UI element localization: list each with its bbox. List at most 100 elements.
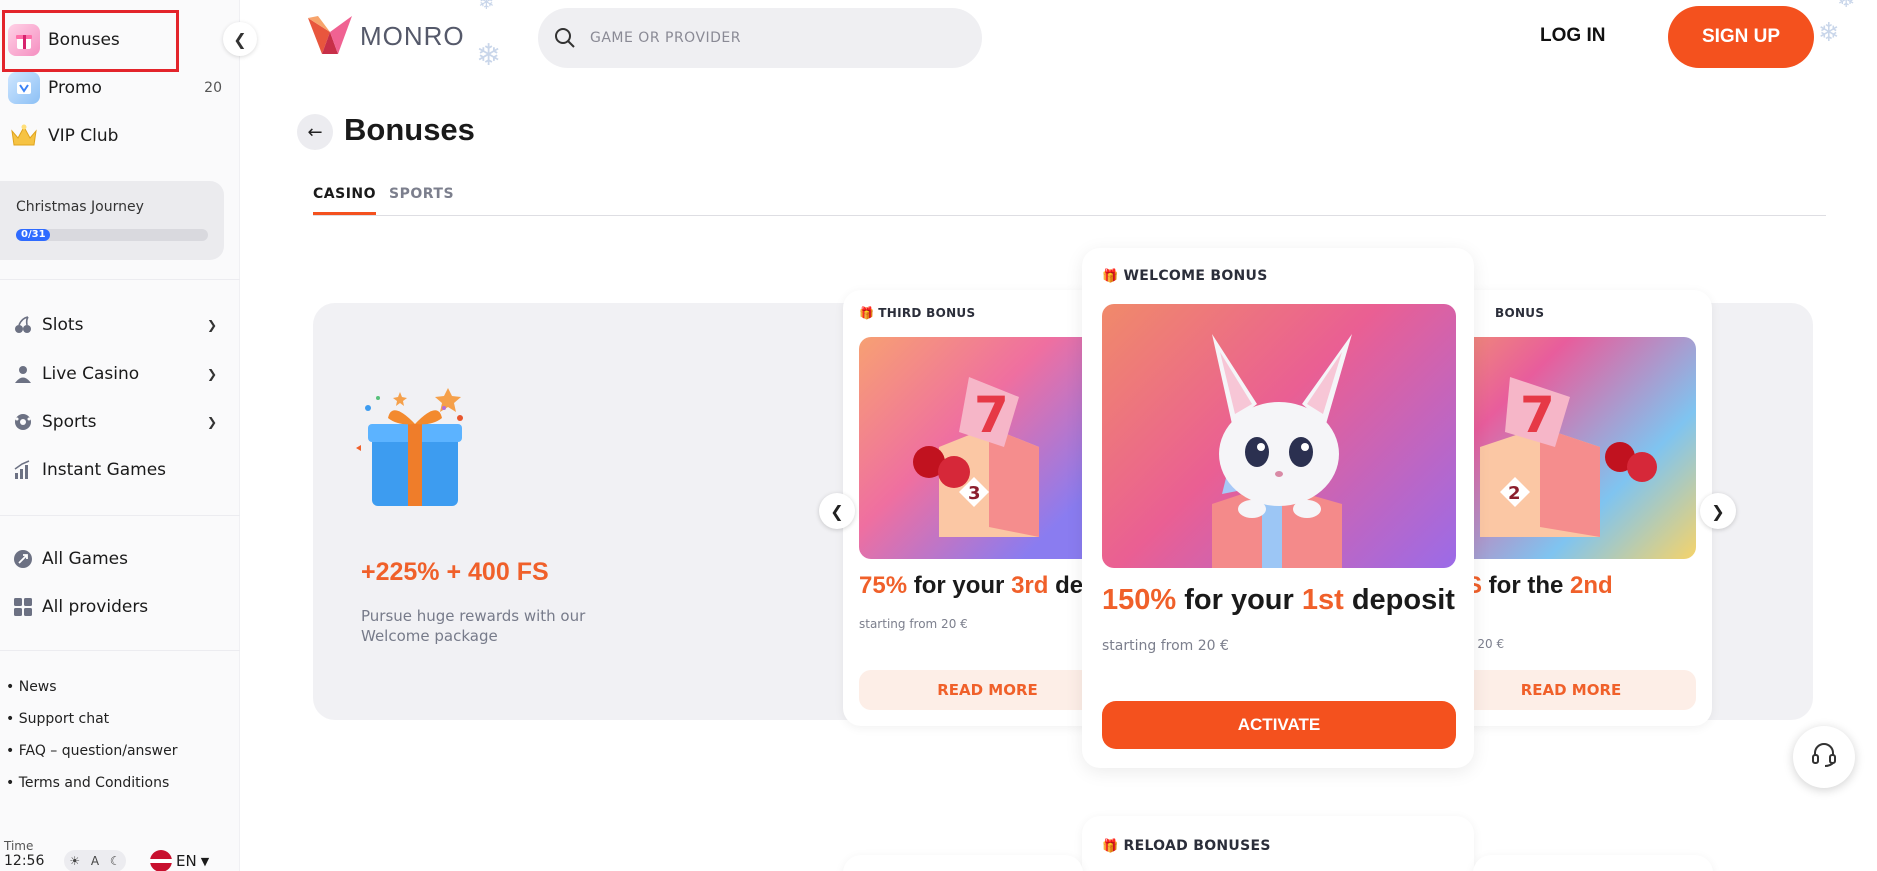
sidebar-item-label: Sports <box>42 412 97 432</box>
support-chat-button[interactable] <box>1793 726 1855 788</box>
journey-progress-bar: 0/31 <box>16 229 208 241</box>
sidebar-item-slots[interactable]: Slots ❯ <box>12 310 217 340</box>
link-label: FAQ – question/answer <box>18 743 178 759</box>
grid-icon <box>12 596 34 618</box>
carousel-prev-button[interactable]: ❮ <box>819 493 855 529</box>
sidebar-link-news[interactable]: • News <box>6 679 57 695</box>
chart-bars-icon <box>12 459 34 481</box>
snowflake-icon: ❄ <box>476 38 502 73</box>
card-label-text: WELCOME BONUS <box>1123 268 1268 284</box>
christmas-journey-widget[interactable]: Christmas Journey 0/31 <box>0 181 224 260</box>
chevron-down-icon: ❯ <box>206 318 217 332</box>
second-bonus-headline: S for the 2nd <box>1466 572 1613 600</box>
read-more-button[interactable]: READ MORE <box>1440 670 1696 710</box>
sidebar-item-label: Live Casino <box>42 364 140 384</box>
card-label-text: RELOAD BONUSES <box>1123 838 1271 854</box>
min-deposit-text: starting from 20 € <box>859 617 968 631</box>
deposit-ordinal: 2nd <box>1570 572 1613 599</box>
sidebar: Bonuses Promo 20 VIP Club Christmas Jour… <box>0 0 240 871</box>
all-games-icon <box>12 548 34 570</box>
sidebar-item-live-casino[interactable]: Live Casino ❯ <box>12 359 217 389</box>
card-label: 🎁 WELCOME BONUS <box>1102 268 1268 284</box>
bonus-percent: 150% <box>1102 584 1177 616</box>
moon-icon[interactable]: ☾ <box>110 854 121 868</box>
logo[interactable]: MONRO <box>306 14 465 58</box>
collapse-sidebar-button[interactable]: ❮ <box>223 22 257 56</box>
link-label: Support chat <box>18 711 110 727</box>
sidebar-item-instant-games[interactable]: Instant Games <box>12 455 217 485</box>
link-label: Terms and Conditions <box>18 775 170 791</box>
bonus-tabs: CASINO SPORTS <box>313 184 1826 216</box>
back-button[interactable]: ← <box>297 114 333 150</box>
brand-name: MONRO <box>360 20 465 51</box>
sidebar-item-all-providers[interactable]: All providers <box>12 592 217 622</box>
activate-button[interactable]: ACTIVATE <box>1102 701 1456 749</box>
login-button[interactable]: LOG IN <box>1540 25 1605 47</box>
tab-sports[interactable]: SPORTS <box>389 186 454 212</box>
sidebar-item-vip-club[interactable]: VIP Club <box>6 118 222 154</box>
theme-toggle[interactable]: ☀ A ☾ <box>64 850 126 871</box>
sidebar-item-promo[interactable]: Promo 20 <box>6 70 222 106</box>
headline-text: for your <box>907 572 1012 599</box>
card-label: BONUS <box>1495 306 1545 320</box>
chevron-left-icon: ❮ <box>830 501 844 521</box>
deposit-ordinal: 3rd <box>1011 572 1049 599</box>
sidebar-link-support-chat[interactable]: • Support chat <box>6 711 109 727</box>
bonus-card-partial[interactable] <box>843 855 1083 871</box>
sidebar-divider <box>0 279 240 280</box>
crown-icon <box>8 120 40 152</box>
card-label: 🎁 RELOAD BONUSES <box>1102 838 1271 854</box>
read-more-button[interactable]: READ MORE <box>859 670 1103 710</box>
chevron-left-icon: ❮ <box>233 29 247 49</box>
language-label: EN <box>176 852 197 870</box>
second-bonus-card[interactable]: BONUS 7 2 S for the 2nd t n 20 € READ MO… <box>1440 290 1712 726</box>
carousel-next-button[interactable]: ❯ <box>1700 493 1736 529</box>
card-label-text: THIRD BONUS <box>878 306 976 320</box>
snowflake-icon: ❄ <box>1818 18 1840 48</box>
reload-bonuses-card[interactable]: 🎁 RELOAD BONUSES <box>1082 816 1474 871</box>
time-label: Time <box>4 839 34 853</box>
search-bar[interactable] <box>538 8 982 68</box>
gift-icon: 🎁 <box>1102 838 1119 854</box>
snowflake-icon: ❄ <box>478 0 495 14</box>
headline-text: for the <box>1482 572 1571 599</box>
deposit-ordinal: 1st <box>1301 584 1344 616</box>
chevron-right-icon: ❯ <box>1711 501 1725 521</box>
second-bonus-image: 7 2 <box>1440 337 1696 559</box>
uk-flag-icon <box>150 850 172 871</box>
page-title: Bonuses <box>344 112 475 147</box>
sidebar-link-terms[interactable]: • Terms and Conditions <box>6 775 169 791</box>
signup-button[interactable]: SIGN UP <box>1668 6 1814 68</box>
welcome-bonus-image <box>1102 304 1456 568</box>
dealer-icon <box>12 363 34 385</box>
journey-progress-label: 0/31 <box>16 229 50 241</box>
language-selector[interactable]: EN ▼ <box>150 850 209 871</box>
sidebar-link-faq[interactable]: • FAQ – question/answer <box>6 743 178 759</box>
sidebar-divider <box>0 515 240 516</box>
sidebar-item-label: Promo <box>48 78 102 98</box>
sidebar-item-label: Slots <box>42 315 84 335</box>
sidebar-item-sports[interactable]: Sports ❯ <box>12 407 217 437</box>
promo-amount: +225% + 400 FS <box>361 558 549 586</box>
sidebar-item-label: VIP Club <box>48 126 119 146</box>
third-bonus-headline: 75% for your 3rd dep <box>859 572 1098 600</box>
third-bonus-card[interactable]: 🎁 THIRD BONUS 7 3 75% for your 3rd dep s… <box>843 290 1103 726</box>
chevron-down-icon: ❯ <box>206 367 217 381</box>
headline-text: for your <box>1176 584 1302 616</box>
sun-icon[interactable]: ☀ <box>69 854 80 868</box>
gift-box-illustration <box>348 378 478 518</box>
sidebar-item-label: All providers <box>42 597 149 617</box>
sidebar-item-all-games[interactable]: All Games <box>12 544 217 574</box>
ball-icon <box>12 411 34 433</box>
welcome-bonus-headline: 150% for your 1st deposit <box>1102 584 1455 617</box>
auto-theme-label[interactable]: A <box>91 854 99 868</box>
search-input[interactable] <box>590 30 950 46</box>
tab-casino[interactable]: CASINO <box>313 186 377 215</box>
welcome-bonus-card[interactable]: 🎁 WELCOME BONUS 150% for your 1st deposi… <box>1082 248 1474 768</box>
gift-icon: 🎁 <box>1102 268 1119 284</box>
headline-text: deposit <box>1343 584 1455 616</box>
promo-icon <box>8 72 40 104</box>
bonus-card-partial[interactable] <box>1473 855 1713 871</box>
journey-title: Christmas Journey <box>16 199 144 215</box>
gift-icon: 🎁 <box>859 306 875 320</box>
